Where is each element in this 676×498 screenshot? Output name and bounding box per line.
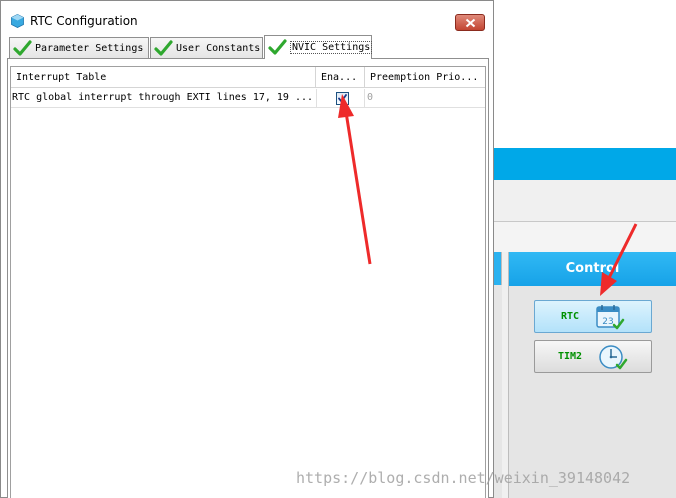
tab-label: NVIC Settings <box>290 41 373 54</box>
control-category-panel: Control RTC 23 TIM2 <box>508 252 676 498</box>
check-icon <box>13 40 32 56</box>
column-header-interrupt-table[interactable]: Interrupt Table <box>11 67 316 88</box>
tab-user-constants[interactable]: User Constants <box>150 37 263 59</box>
enable-checkbox[interactable] <box>336 92 349 105</box>
rtc-configuration-dialog: RTC Configuration Parameter Settings Use… <box>0 0 494 498</box>
interrupt-table: Interrupt Table Ena... Preemption Prio..… <box>10 66 486 498</box>
tab-strip: Parameter Settings User Constants NVIC S… <box>9 35 489 59</box>
tab-parameter-settings[interactable]: Parameter Settings <box>9 37 149 59</box>
background-app-window: Control RTC 23 TIM2 <box>494 148 676 498</box>
control-header: Control <box>509 252 676 286</box>
interrupt-name-cell: RTC global interrupt through EXTI lines … <box>12 92 314 103</box>
app-cube-icon <box>11 14 24 28</box>
tim2-peripheral-button[interactable]: TIM2 <box>534 340 652 373</box>
close-icon <box>465 18 475 27</box>
preemption-priority-cell[interactable]: 0 <box>365 89 485 107</box>
enabled-cell <box>316 89 365 107</box>
tab-label: User Constants <box>176 43 261 54</box>
rtc-button-label: RTC <box>560 311 580 322</box>
watermark-text: https://blog.csdn.net/weixin_39148042 <box>296 469 631 487</box>
clock-icon <box>599 344 628 369</box>
column-header-preemption-priority[interactable]: Preemption Prio... <box>365 67 485 88</box>
dialog-title: RTC Configuration <box>30 14 138 28</box>
tab-label: Parameter Settings <box>35 43 144 54</box>
close-button[interactable] <box>455 14 485 31</box>
table-header: Interrupt Table Ena... Preemption Prio..… <box>11 67 485 88</box>
check-icon <box>268 39 287 55</box>
nvic-settings-panel: Interrupt Table Ena... Preemption Prio..… <box>7 58 489 498</box>
check-icon <box>154 40 173 56</box>
tim2-button-label: TIM2 <box>557 351 583 362</box>
table-row[interactable]: RTC global interrupt through EXTI lines … <box>11 89 485 108</box>
column-header-enabled[interactable]: Ena... <box>316 67 365 88</box>
background-title-bar <box>494 148 676 180</box>
background-toolbar <box>494 180 676 222</box>
adjacent-category-column <box>494 252 502 498</box>
calendar-day-text: 23 <box>602 317 613 327</box>
checkmark-icon <box>338 94 347 103</box>
tab-nvic-settings[interactable]: NVIC Settings <box>264 35 373 59</box>
background-band <box>494 222 676 252</box>
adjacent-category-header <box>494 252 502 285</box>
calendar-icon: 23 <box>596 304 625 329</box>
dialog-title-bar[interactable]: RTC Configuration <box>1 1 493 35</box>
rtc-peripheral-button[interactable]: RTC 23 <box>534 300 652 333</box>
